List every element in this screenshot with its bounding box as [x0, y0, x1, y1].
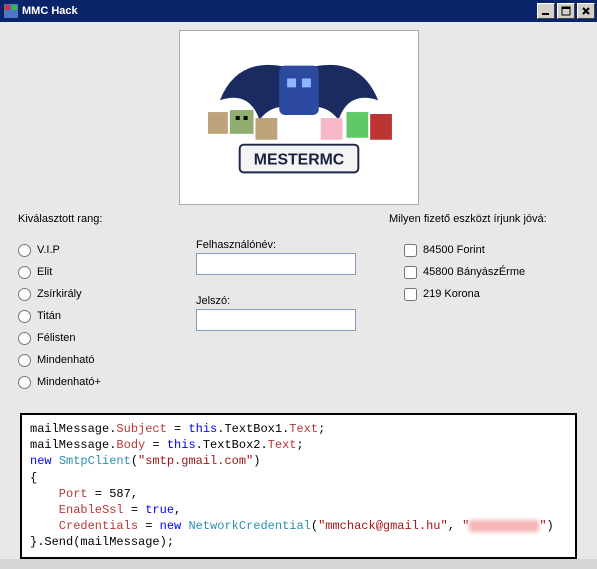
- payment-heading: Milyen fizető eszközt írjunk jóvá:: [389, 213, 579, 225]
- rank-label: Félisten: [37, 332, 76, 344]
- code-snippet: mailMessage.Subject = this.TextBox1.Text…: [20, 413, 577, 559]
- payment-label: 219 Korona: [423, 288, 480, 300]
- payment-checkbox[interactable]: [404, 288, 417, 301]
- close-button[interactable]: [577, 3, 595, 19]
- rank-label: Titán: [37, 310, 61, 322]
- rank-label: Mindenható: [37, 354, 95, 366]
- app-icon: [4, 4, 18, 18]
- redacted-password: [469, 520, 539, 532]
- username-label: Felhasználónév:: [196, 239, 396, 251]
- rank-option-vip[interactable]: V.I.P: [18, 239, 188, 261]
- rank-radio[interactable]: [18, 310, 31, 323]
- rank-label: Mindenható+: [37, 376, 101, 388]
- rank-label: Elit: [37, 266, 52, 278]
- window-buttons: [535, 3, 595, 19]
- rank-option-mindenhato[interactable]: Mindenható: [18, 349, 188, 371]
- rank-group: V.I.P Elit Zsírkirály Titán Félisten: [18, 239, 188, 393]
- username-input[interactable]: [196, 253, 356, 275]
- rank-radio[interactable]: [18, 244, 31, 257]
- rank-option-zsirkiraly[interactable]: Zsírkirály: [18, 283, 188, 305]
- close-icon: [581, 6, 591, 16]
- rank-heading: Kiválasztott rang:: [18, 213, 178, 225]
- titlebar: MMC Hack: [0, 0, 597, 22]
- minimize-icon: [541, 6, 551, 16]
- rank-label: V.I.P: [37, 244, 60, 256]
- payment-checkbox[interactable]: [404, 244, 417, 257]
- rank-radio[interactable]: [18, 266, 31, 279]
- password-input[interactable]: [196, 309, 356, 331]
- maximize-icon: [561, 6, 571, 16]
- payment-checkbox[interactable]: [404, 266, 417, 279]
- rank-option-elit[interactable]: Elit: [18, 261, 188, 283]
- payment-label: 45800 BányászÉrme: [423, 266, 525, 278]
- rank-option-felisten[interactable]: Félisten: [18, 327, 188, 349]
- minimize-button[interactable]: [537, 3, 555, 19]
- payment-group: 84500 Forint 45800 BányászÉrme 219 Koron…: [404, 239, 579, 393]
- maximize-button[interactable]: [557, 3, 575, 19]
- client-area: MESTERMC Kiválasztott rang: Milyen fizet…: [0, 22, 597, 403]
- brand-text: MESTERMC: [253, 151, 343, 168]
- credentials-group: Felhasználónév: Jelszó:: [188, 239, 404, 393]
- rank-radio[interactable]: [18, 376, 31, 389]
- rank-radio[interactable]: [18, 332, 31, 345]
- payment-option-korona[interactable]: 219 Korona: [404, 283, 579, 305]
- password-label: Jelszó:: [196, 295, 396, 307]
- hero-image: MESTERMC: [179, 30, 419, 205]
- rank-radio[interactable]: [18, 288, 31, 301]
- app-window: MMC Hack: [0, 0, 597, 559]
- payment-label: 84500 Forint: [423, 244, 485, 256]
- rank-label: Zsírkirály: [37, 288, 82, 300]
- window-title: MMC Hack: [22, 5, 535, 17]
- rank-option-mindenhato-plus[interactable]: Mindenható+: [18, 371, 188, 393]
- rank-option-titan[interactable]: Titán: [18, 305, 188, 327]
- payment-option-banyaszerme[interactable]: 45800 BányászÉrme: [404, 261, 579, 283]
- rank-radio[interactable]: [18, 354, 31, 367]
- payment-option-forint[interactable]: 84500 Forint: [404, 239, 579, 261]
